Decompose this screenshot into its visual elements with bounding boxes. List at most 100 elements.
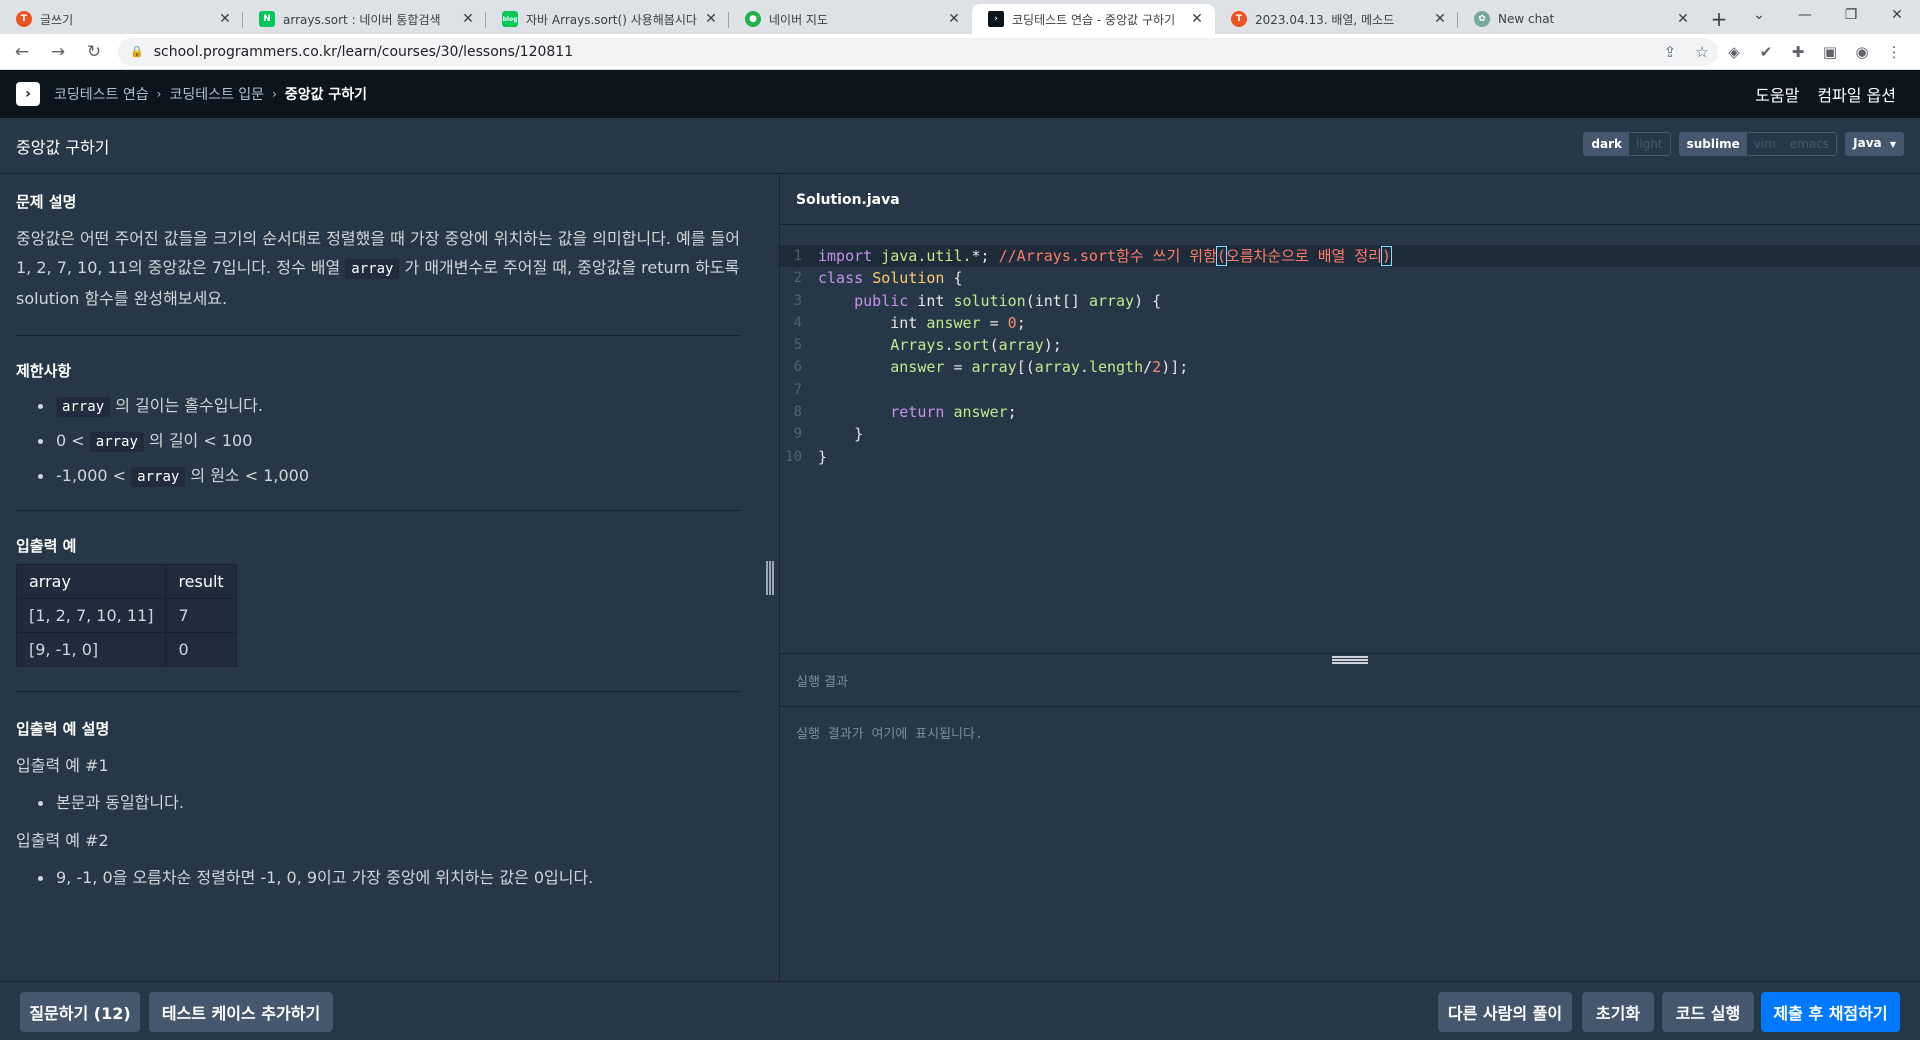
add-testcase-button[interactable]: 테스트 케이스 추가하기 xyxy=(149,992,333,1032)
section-title: 문제 설명 xyxy=(16,193,77,211)
section-title: 입출력 예 xyxy=(16,537,77,555)
tab-title: 2023.04.13. 배열, 메소드 xyxy=(1255,12,1395,27)
footer-bar: 질문하기 (12) 테스트 케이스 추가하기 다른 사람의 풀이 초기화 코드 … xyxy=(0,981,1920,1040)
close-icon[interactable]: ✕ xyxy=(217,11,233,27)
code-line[interactable]: 1 import java.util.*; //Arrays.sort함수 쓰기 … xyxy=(780,245,1920,268)
theme-light-button[interactable]: light xyxy=(1629,133,1670,155)
lock-icon[interactable]: 🔒 xyxy=(130,45,144,58)
page-title: 중앙값 구하기 xyxy=(16,137,110,157)
keymap-sublime-button[interactable]: sublime xyxy=(1679,133,1747,155)
code-line[interactable]: 6 answer = array[(array.length/2)]; xyxy=(780,356,1920,378)
checkmark-extension-icon[interactable]: ✔ xyxy=(1750,43,1782,61)
example-list: 본문과 동일합니다. xyxy=(16,786,746,820)
table-cell: [9, -1, 0] xyxy=(15,632,167,667)
inline-code: array xyxy=(345,259,400,279)
code-line[interactable]: 4 int answer = 0; xyxy=(780,312,1920,334)
divider xyxy=(16,510,740,511)
programmers-icon: › xyxy=(988,11,1004,27)
code-editor[interactable]: Solution.java 1 import java.util.*; //Arr… xyxy=(780,175,1920,653)
browser-tab[interactable]: ✿ New chat ✕ xyxy=(1458,4,1701,34)
code-area[interactable]: 1 import java.util.*; //Arrays.sort함수 쓰기 … xyxy=(780,245,1920,468)
reload-icon[interactable]: ↻ xyxy=(80,38,108,66)
theme-dark-button[interactable]: dark xyxy=(1584,133,1629,155)
sidepanel-icon[interactable]: ▣ xyxy=(1814,43,1846,61)
url-input[interactable]: 🔒 school.programmers.co.kr/learn/courses… xyxy=(118,37,1718,66)
share-icon[interactable]: ⇪ xyxy=(1654,43,1686,61)
tab-title: arrays.sort : 네이버 통합검색 xyxy=(283,12,441,27)
close-icon[interactable]: ✕ xyxy=(1675,11,1691,27)
limits-list: array 의 길이는 홀수입니다. 0 < array 의 길이 < 100 … xyxy=(16,389,746,494)
browser-tab[interactable]: ● 네이버 지도 ✕ xyxy=(729,4,972,34)
code-line[interactable]: 7 xyxy=(780,379,1920,401)
toolbar-icons: ⇪ ☆ ◈ ✔ ✚ ▣ ◉ ⋮ xyxy=(1654,34,1910,70)
breadcrumb-item[interactable]: 코딩테스트 입문 xyxy=(169,84,264,104)
run-code-button[interactable]: 코드 실행 xyxy=(1662,992,1754,1032)
list-item: -1,000 < array 의 원소 < 1,000 xyxy=(16,459,746,494)
drag-handle-icon[interactable] xyxy=(766,561,774,595)
close-icon[interactable]: ✕ xyxy=(1432,11,1448,27)
code-line[interactable]: 5 Arrays.sort(array); xyxy=(780,334,1920,356)
browser-tab[interactable]: T 글쓰기 ✕ xyxy=(0,4,243,34)
close-window-icon[interactable]: ✕ xyxy=(1874,0,1920,30)
chevron-right-icon: › xyxy=(272,87,277,101)
breadcrumb-item[interactable]: 코딩테스트 연습 xyxy=(54,84,149,104)
programmers-logo-icon[interactable]: › xyxy=(16,82,40,106)
tab-search-icon[interactable]: ⌄ xyxy=(1736,0,1782,30)
submit-button[interactable]: 제출 후 채점하기 xyxy=(1761,992,1900,1032)
divider xyxy=(16,691,740,692)
address-bar: ← → ↻ 🔒 school.programmers.co.kr/learn/c… xyxy=(0,34,1920,70)
menu-icon[interactable]: ⋮ xyxy=(1878,43,1910,61)
browser-tab-active[interactable]: › 코딩테스트 연습 - 중앙값 구하기 ✕ xyxy=(972,4,1215,34)
new-tab-button[interactable]: + xyxy=(1701,4,1737,34)
table-row: [9, -1, 0] 0 xyxy=(15,632,237,667)
table-cell: 0 xyxy=(165,632,237,667)
resize-handle-icon[interactable] xyxy=(1332,656,1368,664)
io-example-table: array result [1, 2, 7, 10, 11] 7 [9, -1,… xyxy=(15,564,237,667)
profile-icon[interactable]: ◉ xyxy=(1846,43,1878,61)
naver-map-icon: ● xyxy=(745,11,761,27)
tab-title: 글쓰기 xyxy=(40,12,74,27)
bookmark-star-icon[interactable]: ☆ xyxy=(1686,43,1718,61)
puzzle-icon[interactable]: ✚ xyxy=(1782,43,1814,61)
code-line[interactable]: 2 class Solution { xyxy=(780,267,1920,289)
breadcrumb: 코딩테스트 연습 › 코딩테스트 입문 › 중앙값 구하기 xyxy=(54,84,367,104)
code-line[interactable]: 9 } xyxy=(780,423,1920,445)
compile-options-link[interactable]: 컴파일 옵션 xyxy=(1817,82,1896,106)
ask-question-button[interactable]: 질문하기 (12) xyxy=(20,992,140,1032)
url-text: school.programmers.co.kr/learn/courses/3… xyxy=(153,43,574,60)
extension-icon[interactable]: ◈ xyxy=(1718,43,1750,61)
section-title: 입출력 예 설명 xyxy=(16,720,110,738)
example-list: 9, -1, 0을 오름차순 정렬하면 -1, 0, 9이고 가장 중앙에 위치… xyxy=(16,861,746,895)
minimize-icon[interactable]: — xyxy=(1782,0,1828,30)
reset-button[interactable]: 초기화 xyxy=(1582,992,1654,1032)
vertical-splitter[interactable] xyxy=(762,175,780,981)
browser-tab[interactable]: N arrays.sort : 네이버 통합검색 ✕ xyxy=(243,4,486,34)
list-item: 9, -1, 0을 오름차순 정렬하면 -1, 0, 9이고 가장 중앙에 위치… xyxy=(16,861,746,895)
problem-titlebar: 중앙값 구하기 dark light sublime vim emacs Jav… xyxy=(0,118,1920,174)
code-line[interactable]: 8 return answer; xyxy=(780,401,1920,423)
tab-title: 코딩테스트 연습 - 중앙값 구하기 xyxy=(1012,12,1176,27)
keymap-emacs-button[interactable]: emacs xyxy=(1782,133,1837,155)
browser-tab[interactable]: T 2023.04.13. 배열, 메소드 ✕ xyxy=(1215,4,1458,34)
close-icon[interactable]: ✕ xyxy=(460,11,476,27)
close-icon[interactable]: ✕ xyxy=(946,11,962,27)
blog-icon: blog xyxy=(502,11,518,27)
forward-icon[interactable]: → xyxy=(44,38,72,66)
keymap-vim-button[interactable]: vim xyxy=(1746,133,1783,155)
breadcrumb-current: 중앙값 구하기 xyxy=(284,87,368,103)
problem-description: 중앙값은 어떤 주어진 값들을 크기의 순서대로 정렬했을 때 가장 중앙에 위… xyxy=(16,224,746,313)
caret-down-icon: ▼ xyxy=(1889,140,1896,149)
chevron-right-icon: › xyxy=(156,87,162,101)
keymap-toggle: sublime vim emacs xyxy=(1678,132,1838,156)
browser-tab[interactable]: blog 자바 Arrays.sort() 사용해봅시다 ✕ xyxy=(486,4,729,34)
language-select[interactable]: Java ▼ xyxy=(1845,132,1904,156)
close-icon[interactable]: ✕ xyxy=(1189,11,1205,27)
help-link[interactable]: 도움말 xyxy=(1755,82,1799,106)
table-header-row: array result xyxy=(15,564,237,599)
code-line[interactable]: 10} xyxy=(780,446,1920,468)
others-solutions-button[interactable]: 다른 사람의 풀이 xyxy=(1438,992,1572,1032)
code-line[interactable]: 3 public int solution(int[] array) { xyxy=(780,290,1920,312)
close-icon[interactable]: ✕ xyxy=(703,11,719,27)
maximize-icon[interactable]: ❐ xyxy=(1828,0,1874,30)
back-icon[interactable]: ← xyxy=(8,38,36,66)
